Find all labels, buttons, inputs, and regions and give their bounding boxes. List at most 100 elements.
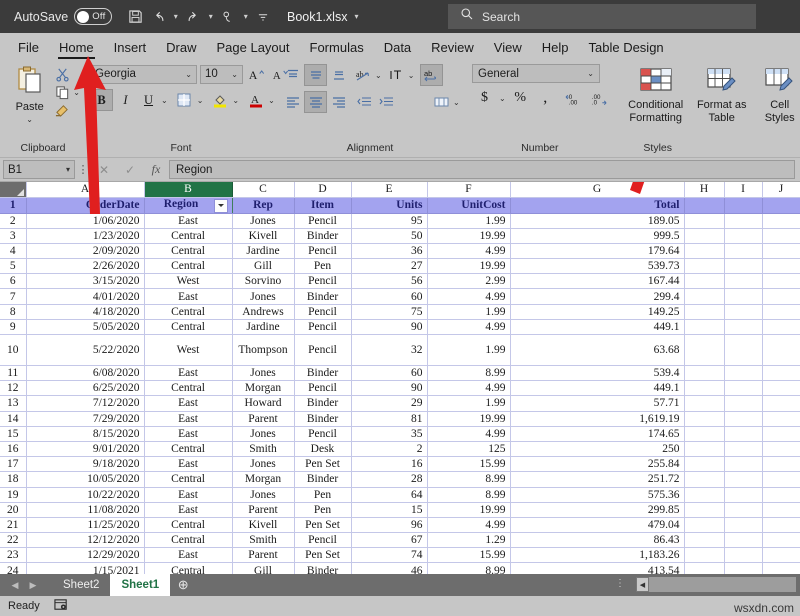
empty-cell[interactable] <box>684 441 724 456</box>
empty-cell[interactable] <box>724 335 762 366</box>
empty-cell[interactable] <box>724 289 762 304</box>
copy-icon[interactable] <box>55 85 70 100</box>
empty-cell[interactable] <box>684 335 724 366</box>
table-cell[interactable]: 4.99 <box>427 243 510 258</box>
empty-cell[interactable] <box>762 319 800 334</box>
table-cell[interactable]: 15.99 <box>427 548 510 563</box>
empty-cell[interactable] <box>724 472 762 487</box>
table-cell[interactable]: 46 <box>351 563 427 574</box>
empty-cell[interactable] <box>684 426 724 441</box>
row-header[interactable]: 24 <box>0 563 26 574</box>
empty-cell[interactable] <box>762 228 800 243</box>
table-cell[interactable]: 7/29/2020 <box>26 411 144 426</box>
empty-cell[interactable] <box>762 381 800 396</box>
empty-cell[interactable] <box>762 487 800 502</box>
accounting-format-button[interactable]: $ <box>474 88 495 108</box>
tab-table-design[interactable]: Table Design <box>579 33 674 61</box>
table-cell[interactable]: 299.4 <box>510 289 684 304</box>
empty-cell[interactable] <box>684 457 724 472</box>
table-cell[interactable]: East <box>144 289 232 304</box>
table-cell[interactable]: Central <box>144 259 232 274</box>
table-cell[interactable]: East <box>144 457 232 472</box>
horizontal-scrollbar[interactable]: ◀ <box>636 577 796 592</box>
empty-cell[interactable] <box>724 457 762 472</box>
enter-icon[interactable]: ✓ <box>117 163 143 177</box>
table-cell[interactable]: 12/12/2020 <box>26 533 144 548</box>
table-cell[interactable]: 57.71 <box>510 396 684 411</box>
table-cell[interactable]: 12/29/2020 <box>26 548 144 563</box>
empty-cell[interactable] <box>684 533 724 548</box>
empty-cell[interactable] <box>762 411 800 426</box>
tab-view[interactable]: View <box>484 33 532 61</box>
wrap-text-icon[interactable]: ab <box>420 64 443 86</box>
table-cell[interactable]: 81 <box>351 411 427 426</box>
table-cell[interactable]: Sorvino <box>232 274 294 289</box>
top-align-icon[interactable] <box>282 65 303 85</box>
table-cell[interactable]: East <box>144 396 232 411</box>
table-cell[interactable]: 255.84 <box>510 457 684 472</box>
table-cell[interactable]: Jones <box>232 457 294 472</box>
table-cell[interactable]: Kivell <box>232 228 294 243</box>
table-cell[interactable]: Pen <box>294 259 351 274</box>
table-cell[interactable]: Binder <box>294 472 351 487</box>
underline-button[interactable]: U <box>138 90 159 110</box>
table-cell[interactable]: Howard <box>232 396 294 411</box>
table-cell[interactable]: Kivell <box>232 517 294 532</box>
center-align-icon[interactable] <box>304 91 327 113</box>
empty-cell[interactable] <box>684 411 724 426</box>
horizontal-scrollbar-left-icon[interactable]: ◀ <box>636 577 649 592</box>
table-cell[interactable]: 479.04 <box>510 517 684 532</box>
sheet-tab-sheet1[interactable]: Sheet1 <box>110 574 170 596</box>
empty-cell[interactable] <box>724 304 762 319</box>
empty-cell[interactable] <box>724 197 762 213</box>
orientation-icon[interactable]: ab <box>353 65 374 85</box>
empty-cell[interactable] <box>724 319 762 334</box>
empty-cell[interactable] <box>684 197 724 213</box>
row-header[interactable]: 4 <box>0 243 26 258</box>
table-header-cell[interactable]: Rep <box>232 197 294 213</box>
table-cell[interactable]: Central <box>144 319 232 334</box>
table-cell[interactable]: 8.99 <box>427 563 510 574</box>
row-header[interactable]: 23 <box>0 548 26 563</box>
table-cell[interactable]: Andrews <box>232 304 294 319</box>
table-header-cell[interactable]: Item <box>294 197 351 213</box>
table-cell[interactable]: 60 <box>351 289 427 304</box>
table-cell[interactable]: 1.99 <box>427 213 510 228</box>
table-cell[interactable]: 32 <box>351 335 427 366</box>
table-cell[interactable]: 60 <box>351 366 427 381</box>
table-cell[interactable]: Binder <box>294 366 351 381</box>
table-cell[interactable]: 10/22/2020 <box>26 487 144 502</box>
table-cell[interactable]: 95 <box>351 213 427 228</box>
table-cell[interactable]: 179.64 <box>510 243 684 258</box>
empty-cell[interactable] <box>762 502 800 517</box>
font-size-combo[interactable]: 10 ⌄ <box>200 65 243 84</box>
table-cell[interactable]: 413.54 <box>510 563 684 574</box>
table-cell[interactable]: East <box>144 548 232 563</box>
table-cell[interactable]: Gill <box>232 563 294 574</box>
merge-center-dropdown-icon[interactable]: ⌄ <box>453 98 460 107</box>
table-cell[interactable]: Pen Set <box>294 457 351 472</box>
table-cell[interactable]: Parent <box>232 502 294 517</box>
table-header-cell[interactable]: OrderDate <box>26 197 144 213</box>
redo-icon[interactable] <box>182 5 204 29</box>
table-cell[interactable]: 9/18/2020 <box>26 457 144 472</box>
borders-dropdown-icon[interactable]: ⌄ <box>197 96 204 105</box>
table-cell[interactable]: 5/22/2020 <box>26 335 144 366</box>
empty-cell[interactable] <box>762 441 800 456</box>
table-cell[interactable]: 4.99 <box>427 381 510 396</box>
row-header[interactable]: 5 <box>0 259 26 274</box>
text-direction-dropdown-icon[interactable]: ⌄ <box>408 71 415 80</box>
table-cell[interactable]: Central <box>144 533 232 548</box>
table-cell[interactable]: West <box>144 335 232 366</box>
column-header-j[interactable]: J <box>762 182 800 197</box>
table-cell[interactable]: Parent <box>232 411 294 426</box>
table-cell[interactable]: East <box>144 426 232 441</box>
table-cell[interactable]: Pen <box>294 502 351 517</box>
select-all-corner[interactable] <box>0 182 26 197</box>
conditional-formatting-button[interactable]: Conditional Formatting <box>624 64 688 124</box>
tab-formulas[interactable]: Formulas <box>300 33 374 61</box>
empty-cell[interactable] <box>724 533 762 548</box>
save-icon[interactable] <box>124 5 146 29</box>
empty-cell[interactable] <box>724 548 762 563</box>
table-cell[interactable]: 1,619.19 <box>510 411 684 426</box>
